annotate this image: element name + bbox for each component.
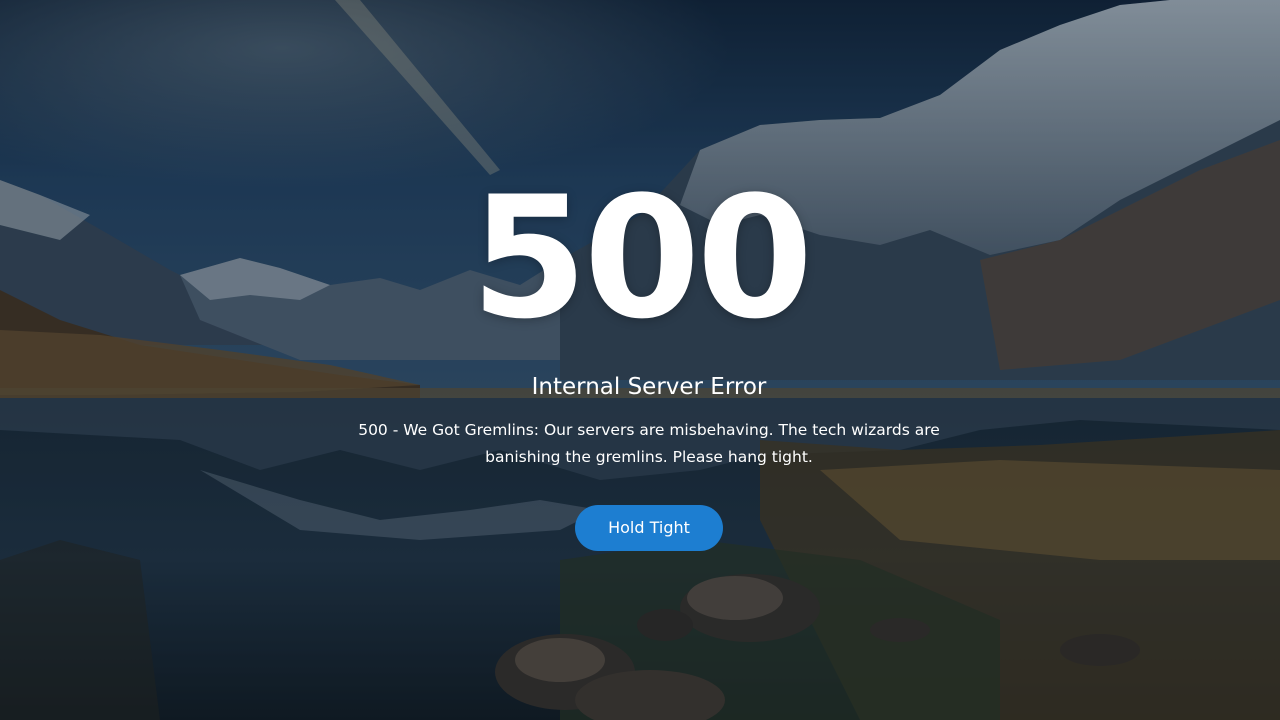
- error-page: 500 Internal Server Error 500 - We Got G…: [0, 0, 1280, 720]
- error-title: Internal Server Error: [531, 374, 767, 400]
- error-code: 500: [470, 160, 814, 356]
- hold-tight-button[interactable]: Hold Tight: [575, 505, 723, 551]
- error-content: 500 Internal Server Error 500 - We Got G…: [0, 0, 1280, 720]
- error-message: 500 - We Got Gremlins: Our servers are m…: [358, 421, 940, 466]
